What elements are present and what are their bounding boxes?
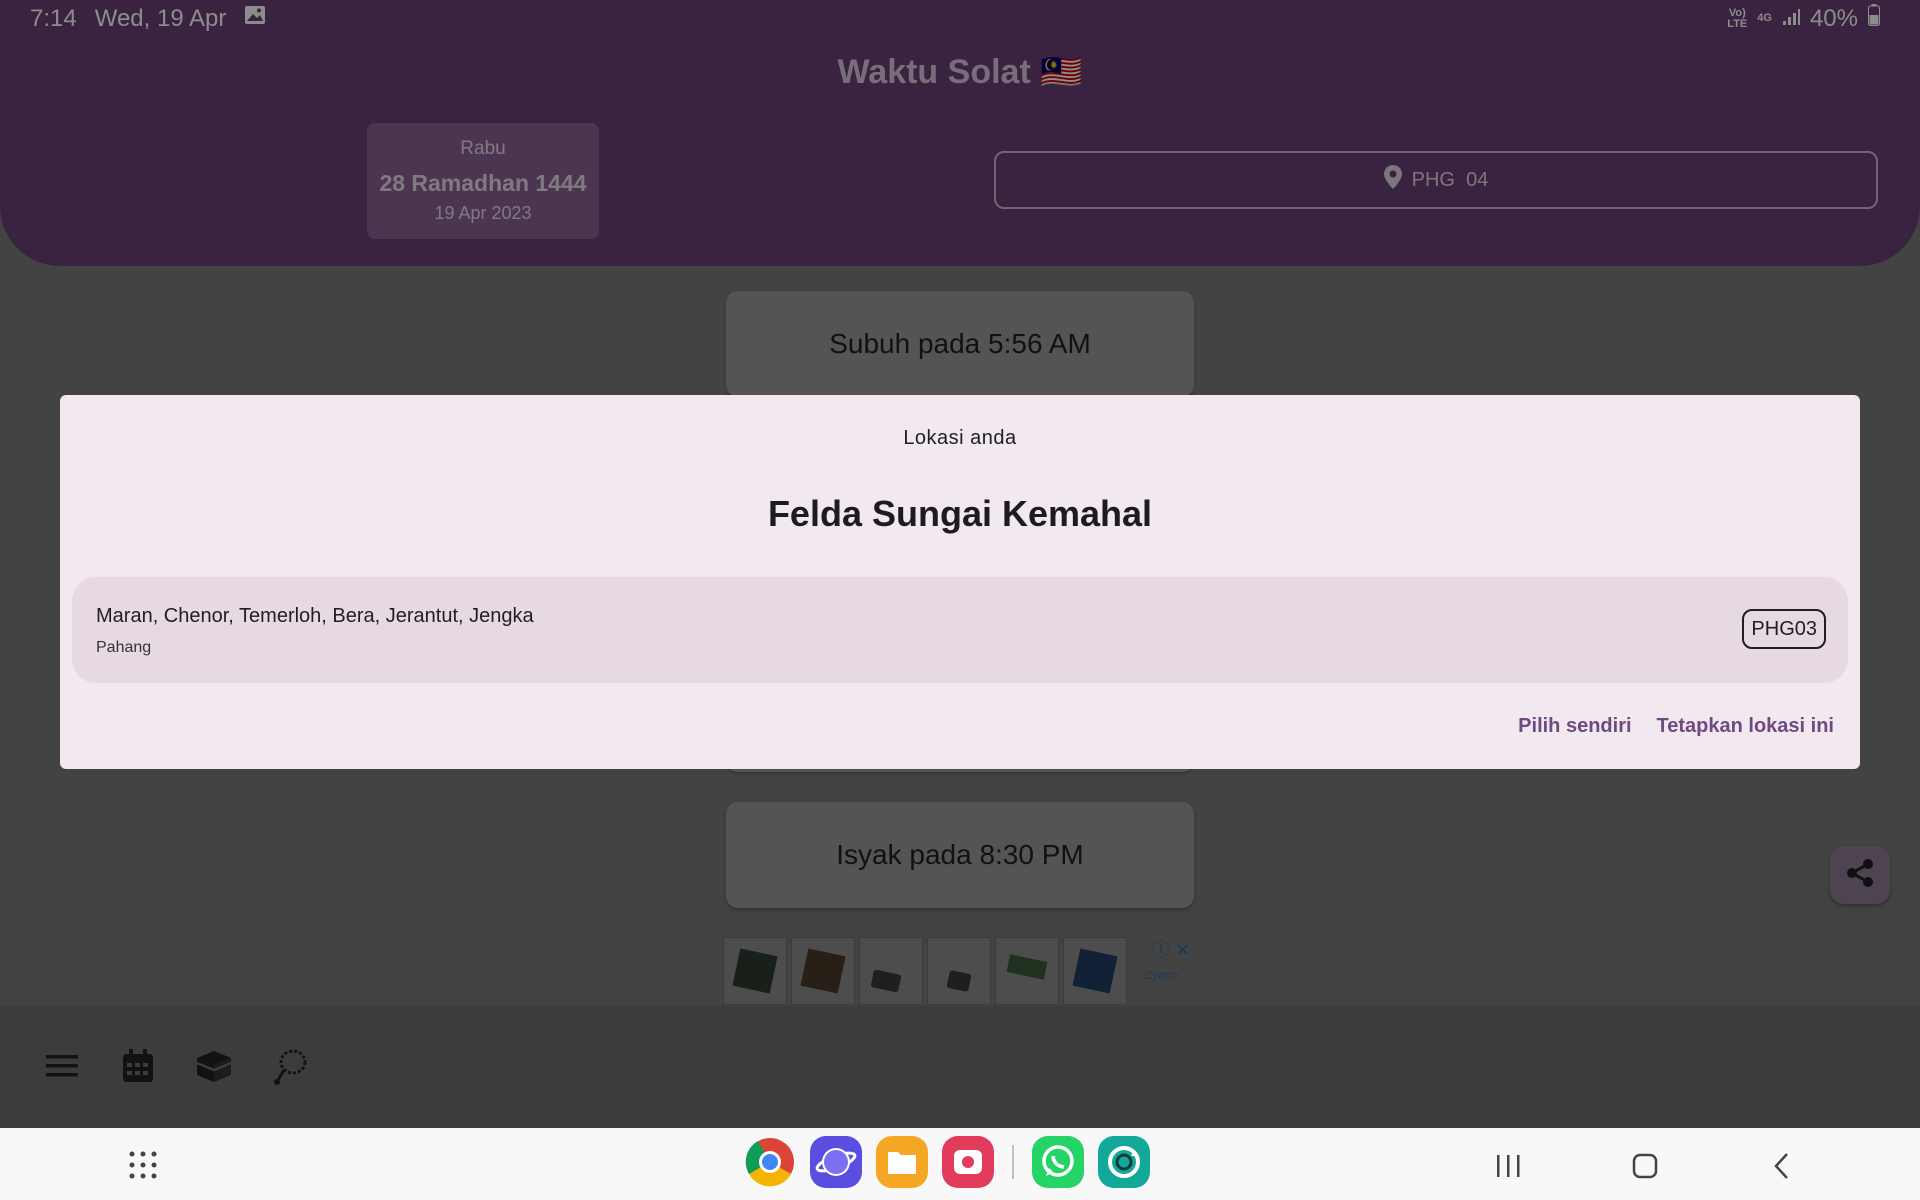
location-dialog: Lokasi anda Felda Sungai Kemahal Maran, … — [60, 395, 1860, 769]
zone-districts: Maran, Chenor, Temerloh, Bera, Jerantut,… — [96, 605, 534, 627]
my-files-icon[interactable] — [876, 1136, 928, 1188]
set-location-button[interactable]: Tetapkan lokasi ini — [1657, 715, 1834, 738]
dialog-subtitle: Lokasi anda — [903, 427, 1017, 449]
zone-state: Pahang — [96, 639, 152, 656]
chrome-icon[interactable] — [744, 1136, 796, 1188]
zone-list-tile[interactable]: Maran, Chenor, Temerloh, Bera, Jerantut,… — [72, 577, 1848, 683]
zone-code-chip: PHG03 — [1742, 609, 1826, 649]
app-dock — [744, 1136, 1150, 1188]
back-icon[interactable] — [1762, 1146, 1802, 1186]
samsung-internet-icon[interactable] — [810, 1136, 862, 1188]
choose-manually-button[interactable]: Pilih sendiri — [1518, 715, 1631, 738]
home-icon[interactable] — [1625, 1146, 1665, 1186]
refresh-app-icon[interactable] — [1098, 1136, 1150, 1188]
system-navigation-bar — [0, 1128, 1920, 1200]
app-drawer-icon[interactable] — [128, 1150, 158, 1180]
screen-recorder-icon[interactable] — [942, 1136, 994, 1188]
dialog-actions: Pilih sendiri Tetapkan lokasi ini — [1518, 715, 1834, 738]
dialog-title: Felda Sungai Kemahal — [767, 493, 1153, 534]
recents-icon[interactable] — [1488, 1146, 1528, 1186]
dock-separator — [1012, 1145, 1014, 1179]
whatsapp-icon[interactable] — [1032, 1136, 1084, 1188]
